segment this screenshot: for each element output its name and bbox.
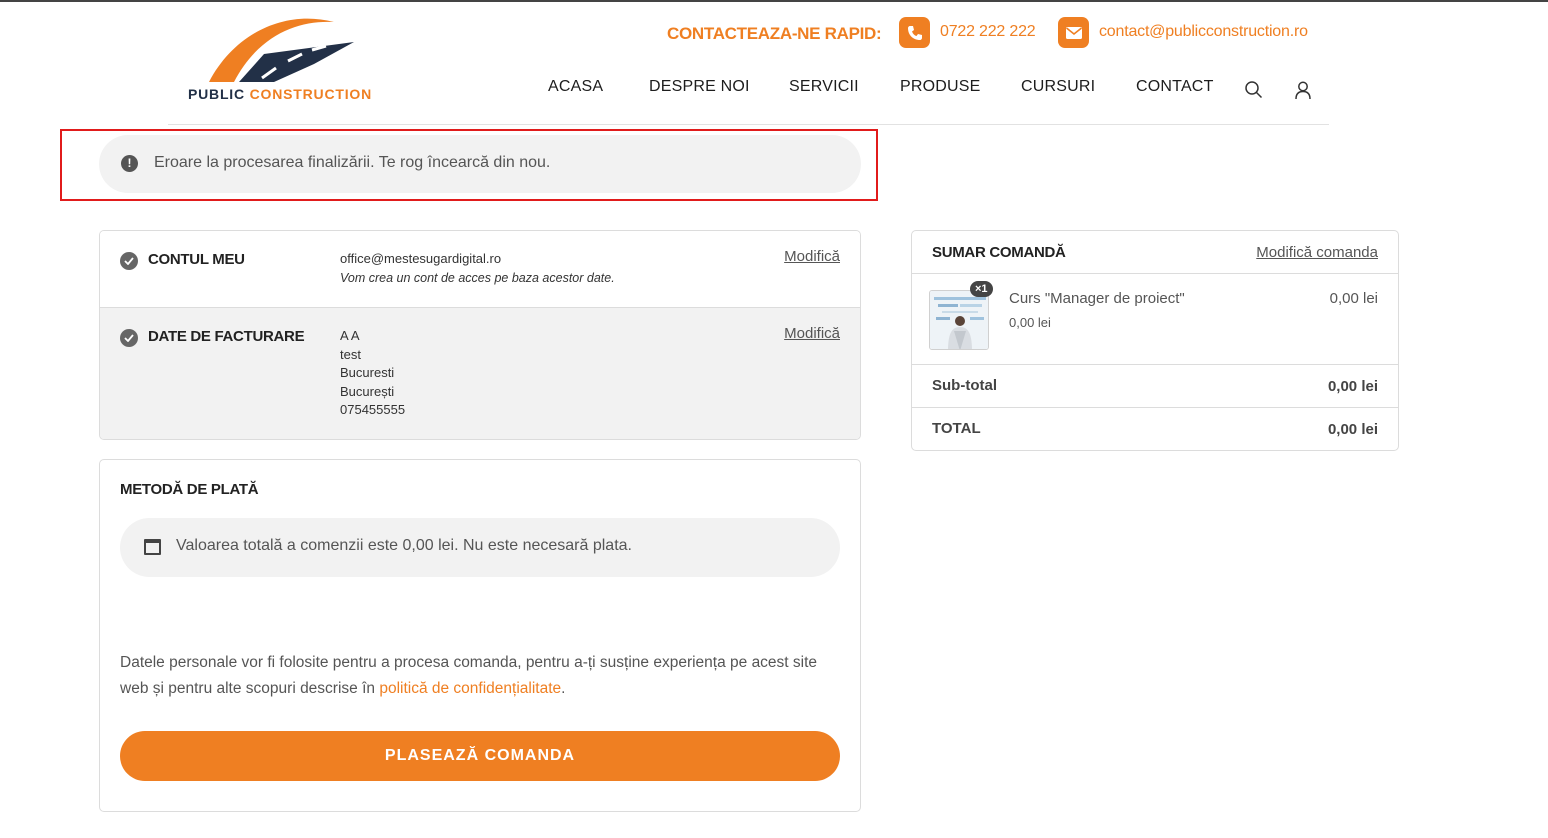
logo[interactable]: PUBLIC CONSTRUCTION xyxy=(186,14,376,106)
nav-acasa[interactable]: ACASA xyxy=(548,78,603,96)
billing-line: Bucuresti xyxy=(340,365,395,380)
billing-address: A A test Bucuresti București 075455555 xyxy=(340,327,405,420)
item-name: Curs "Manager de proiect" xyxy=(1009,290,1185,307)
billing-line: București xyxy=(340,383,395,399)
item-price: 0,00 lei xyxy=(1329,290,1378,307)
account-section: CONTUL MEU office@mestesugardigital.ro V… xyxy=(100,231,860,308)
billing-line: 075455555 xyxy=(340,402,406,417)
nav-cursuri[interactable]: CURSURI xyxy=(1021,78,1095,96)
payment-card: METODĂ DE PLATĂ Valoarea totală a comenz… xyxy=(99,459,861,812)
phone-icon xyxy=(899,17,930,48)
top-border xyxy=(0,0,1548,2)
payment-info-notice: Valoarea totală a comenzii este 0,00 lei… xyxy=(120,518,840,577)
order-item: ×1 Curs "Manager de proiect" 0,00 lei 0,… xyxy=(912,274,1398,365)
account-email: office@mestesugardigital.ro xyxy=(340,251,502,266)
modify-billing-link[interactable]: Modifică xyxy=(784,325,840,342)
nav-contact[interactable]: CONTACT xyxy=(1136,78,1214,96)
user-icon[interactable] xyxy=(1293,80,1313,100)
total-label: TOTAL xyxy=(932,420,981,437)
modify-account-link[interactable]: Modifică xyxy=(784,248,840,265)
check-circle-icon xyxy=(120,252,138,270)
check-circle-icon xyxy=(120,329,138,347)
course-thumbnail xyxy=(929,290,989,350)
billing-line: test xyxy=(340,346,361,362)
nav-despre-noi[interactable]: DESPRE NOI xyxy=(649,78,750,96)
email-link[interactable]: contact@publicconstruction.ro xyxy=(1099,23,1308,41)
total-row: TOTAL 0,00 lei xyxy=(912,408,1398,450)
billing-line: A A xyxy=(340,328,360,343)
billing-section: DATE DE FACTURARE A A test Bucuresti Buc… xyxy=(100,308,860,439)
window-icon xyxy=(144,539,161,555)
road-arc-icon xyxy=(209,18,354,82)
privacy-policy-link[interactable]: politică de confidențialitate xyxy=(379,680,561,697)
nav-produse[interactable]: PRODUSE xyxy=(900,78,981,96)
exclamation-icon: ! xyxy=(121,155,138,172)
checkout-details-card: CONTUL MEU office@mestesugardigital.ro V… xyxy=(99,230,861,440)
privacy-notice: Datele personale vor fi folosite pentru … xyxy=(120,650,840,702)
billing-title: DATE DE FACTURARE xyxy=(148,328,305,345)
header-divider xyxy=(168,124,1329,125)
logo-text: PUBLIC CONSTRUCTION xyxy=(188,86,372,102)
account-details: office@mestesugardigital.ro Vom crea un … xyxy=(340,250,615,287)
subtotal-row: Sub-total 0,00 lei xyxy=(912,365,1398,408)
edit-order-link[interactable]: Modifică comanda xyxy=(1256,244,1378,261)
quantity-badge: ×1 xyxy=(970,281,993,297)
subtotal-value: 0,00 lei xyxy=(1327,378,1378,395)
payment-title: METODĂ DE PLATĂ xyxy=(120,481,259,498)
search-icon[interactable] xyxy=(1244,80,1264,100)
error-message: Eroare la procesarea finalizării. Te rog… xyxy=(154,154,551,171)
envelope-icon xyxy=(1058,17,1089,48)
summary-header: SUMAR COMANDĂ Modifică comanda xyxy=(912,231,1398,274)
summary-title: SUMAR COMANDĂ xyxy=(932,244,1066,261)
phone-link[interactable]: 0722 222 222 xyxy=(940,23,1036,41)
order-summary-card: SUMAR COMANDĂ Modifică comanda ×1 Curs "… xyxy=(911,230,1399,451)
privacy-text-end: . xyxy=(561,680,566,697)
error-notice: ! Eroare la procesarea finalizării. Te r… xyxy=(99,135,861,193)
item-unit-price: 0,00 lei xyxy=(1009,315,1051,330)
nav-servicii[interactable]: SERVICII xyxy=(789,78,859,96)
account-title: CONTUL MEU xyxy=(148,251,245,268)
payment-info-text: Valoarea totală a comenzii este 0,00 lei… xyxy=(176,537,632,554)
account-note: Vom crea un cont de acces pe baza acesto… xyxy=(340,270,615,285)
contact-label: CONTACTEAZA-NE RAPID: xyxy=(667,24,882,43)
total-value: 0,00 lei xyxy=(1327,421,1378,438)
subtotal-label: Sub-total xyxy=(932,377,997,394)
place-order-button[interactable]: PLASEAZĂ COMANDA xyxy=(120,731,840,781)
